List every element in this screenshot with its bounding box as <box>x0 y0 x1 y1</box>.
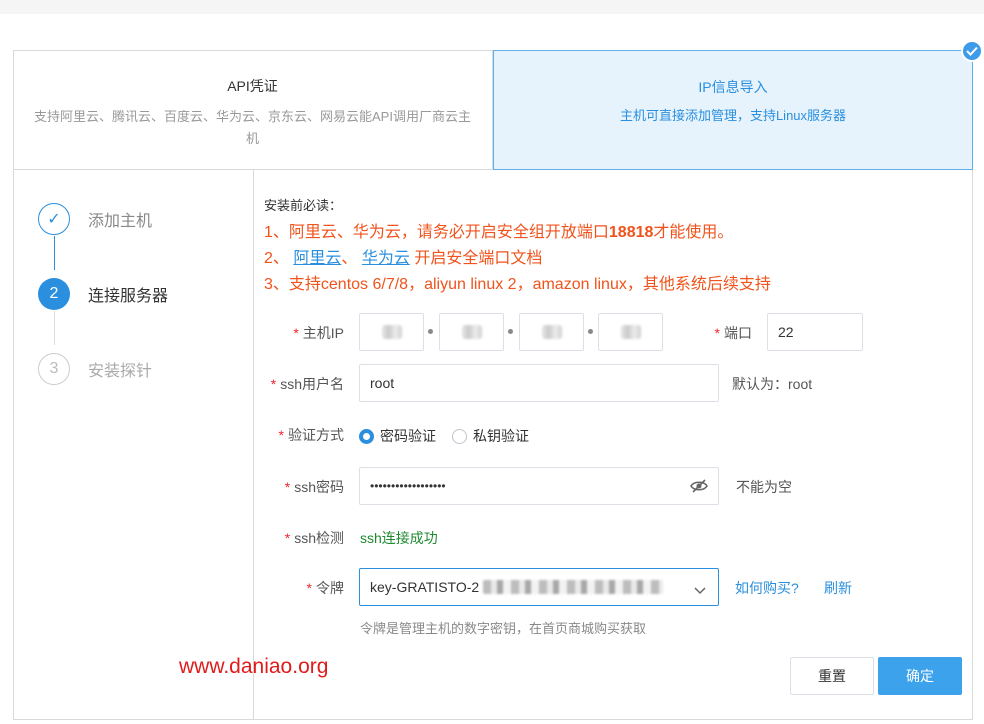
ip-segment-1-input[interactable] <box>359 313 424 351</box>
auth-method-label-text: 验证方式 <box>288 427 344 443</box>
tab-api-credential[interactable]: API凭证 支持阿里云、腾讯云、百度云、华为云、京东云、网易云能API调用厂商云… <box>13 50 493 170</box>
ssh-password-hint: 不能为空 <box>736 479 792 495</box>
required-mark: * <box>284 479 291 495</box>
notice-line-2-suffix: 开启安全端口文档 <box>414 250 543 267</box>
top-bar <box>0 0 984 14</box>
refresh-link[interactable]: 刷新 <box>824 578 852 598</box>
step-connector-done <box>54 236 55 270</box>
auth-method-label: * 验证方式 <box>254 425 344 445</box>
ssh-user-label: * ssh用户名 <box>254 374 344 394</box>
notice-port: 18818 <box>608 224 654 241</box>
redacted-value <box>541 325 562 339</box>
port-label-text: 端口 <box>724 325 752 341</box>
notice-line-1: 1、阿里云、华为云，请务必开启安全组开放端口18818才能使用。 <box>264 218 733 242</box>
step-connect-server: 2 连接服务器 <box>38 278 168 310</box>
ip-separator-dot <box>428 329 433 334</box>
ssh-check-status: ssh连接成功 <box>360 530 438 546</box>
token-help-text: 令牌是管理主机的数字密钥，在首页商城购买获取 <box>360 621 647 636</box>
redacted-value <box>461 325 482 339</box>
tab-api-title: API凭证 <box>227 78 278 94</box>
token-value: key-GRATISTO-2 <box>370 579 480 595</box>
step-done-check-icon: ✓ <box>38 203 70 235</box>
port-input[interactable]: 22 <box>767 313 863 351</box>
steps-sidebar <box>13 170 254 720</box>
radio-checked-icon <box>359 428 374 444</box>
ssh-user-hint: 默认为：root <box>732 376 813 392</box>
ssh-password-label-text: ssh密码 <box>294 479 344 495</box>
token-select[interactable]: key-GRATISTO-2 <box>359 568 719 606</box>
notice-title: 安装前必读： <box>264 198 343 213</box>
ssh-password-label: * ssh密码 <box>254 477 344 497</box>
eye-off-icon[interactable] <box>690 478 708 497</box>
tab-ip-title: IP信息导入 <box>698 79 768 95</box>
host-ip-label: * 主机IP <box>264 323 344 343</box>
required-mark: * <box>293 325 299 341</box>
required-mark: * <box>284 530 291 546</box>
reset-button[interactable]: 重置 <box>790 657 874 695</box>
chevron-down-icon <box>694 582 706 598</box>
notice-line-1-suffix: 才能使用。 <box>653 224 734 241</box>
token-label-text: 令牌 <box>316 580 344 596</box>
huaweicloud-doc-link[interactable]: 华为云 <box>362 250 410 267</box>
radio-private-key-label: 私钥验证 <box>473 428 529 444</box>
token-label: * 令牌 <box>254 578 344 598</box>
step-label: 连接服务器 <box>88 288 169 305</box>
ssh-check-label: * ssh检测 <box>254 528 344 548</box>
redacted-value <box>620 325 641 339</box>
radio-unchecked-icon <box>452 428 467 444</box>
tab-ip-desc: 主机可直接添加管理，支持Linux服务器 <box>619 108 847 123</box>
notice-line-2: 2、 阿里云、 华为云 开启安全端口文档 <box>264 244 542 268</box>
required-mark: * <box>278 427 284 443</box>
step-install-probe: 3 安装探针 <box>38 353 152 385</box>
required-mark: * <box>306 580 312 596</box>
aliyun-doc-link[interactable]: 阿里云 <box>293 250 341 267</box>
redacted-value <box>483 580 664 594</box>
radio-password-auth[interactable]: 密码验证 <box>359 426 436 446</box>
radio-password-label: 密码验证 <box>380 428 436 444</box>
tab-api-desc: 支持阿里云、腾讯云、百度云、华为云、京东云、网易云能API调用厂商云主机 <box>34 109 471 146</box>
ssh-user-label-text: ssh用户名 <box>280 376 344 392</box>
selected-check-icon <box>961 40 983 62</box>
ip-segment-4-input[interactable] <box>598 313 663 351</box>
ip-separator-dot <box>508 329 513 334</box>
step-add-host: ✓ 添加主机 <box>38 203 152 235</box>
notice-line-2-sep: 、 <box>341 250 358 267</box>
notice-line-3: 3、支持centos 6/7/8，aliyun linux 2，amazon l… <box>264 276 771 293</box>
step-connector-wait <box>54 311 55 345</box>
how-to-buy-link[interactable]: 如何购买? <box>735 578 799 598</box>
step-number: 2 <box>38 278 70 310</box>
redacted-value <box>381 325 402 339</box>
host-ip-label-text: 主机IP <box>302 325 344 341</box>
step-label: 安装探针 <box>88 363 153 380</box>
radio-private-key-auth[interactable]: 私钥验证 <box>452 426 529 446</box>
confirm-button[interactable]: 确定 <box>878 657 962 695</box>
watermark: www.daniao.org <box>179 655 329 678</box>
step-number: 3 <box>38 353 70 385</box>
ssh-check-label-text: ssh检测 <box>294 530 344 546</box>
required-mark: * <box>714 325 720 341</box>
port-label: * 端口 <box>690 323 752 343</box>
required-mark: * <box>270 376 277 392</box>
step-label: 添加主机 <box>88 213 153 230</box>
ip-separator-dot <box>588 329 593 334</box>
ssh-password-value: •••••••••••••••••• <box>370 479 446 493</box>
ssh-user-input[interactable]: root <box>359 364 719 402</box>
ip-segment-3-input[interactable] <box>519 313 584 351</box>
ssh-password-input[interactable]: •••••••••••••••••• <box>359 467 719 505</box>
notice-line-2-prefix: 2、 <box>264 250 289 267</box>
notice-line-1-prefix: 1、阿里云、华为云，请务必开启安全组开放端口 <box>264 224 609 241</box>
tab-ip-import[interactable]: IP信息导入 主机可直接添加管理，支持Linux服务器 <box>493 50 973 170</box>
ip-segment-2-input[interactable] <box>439 313 504 351</box>
